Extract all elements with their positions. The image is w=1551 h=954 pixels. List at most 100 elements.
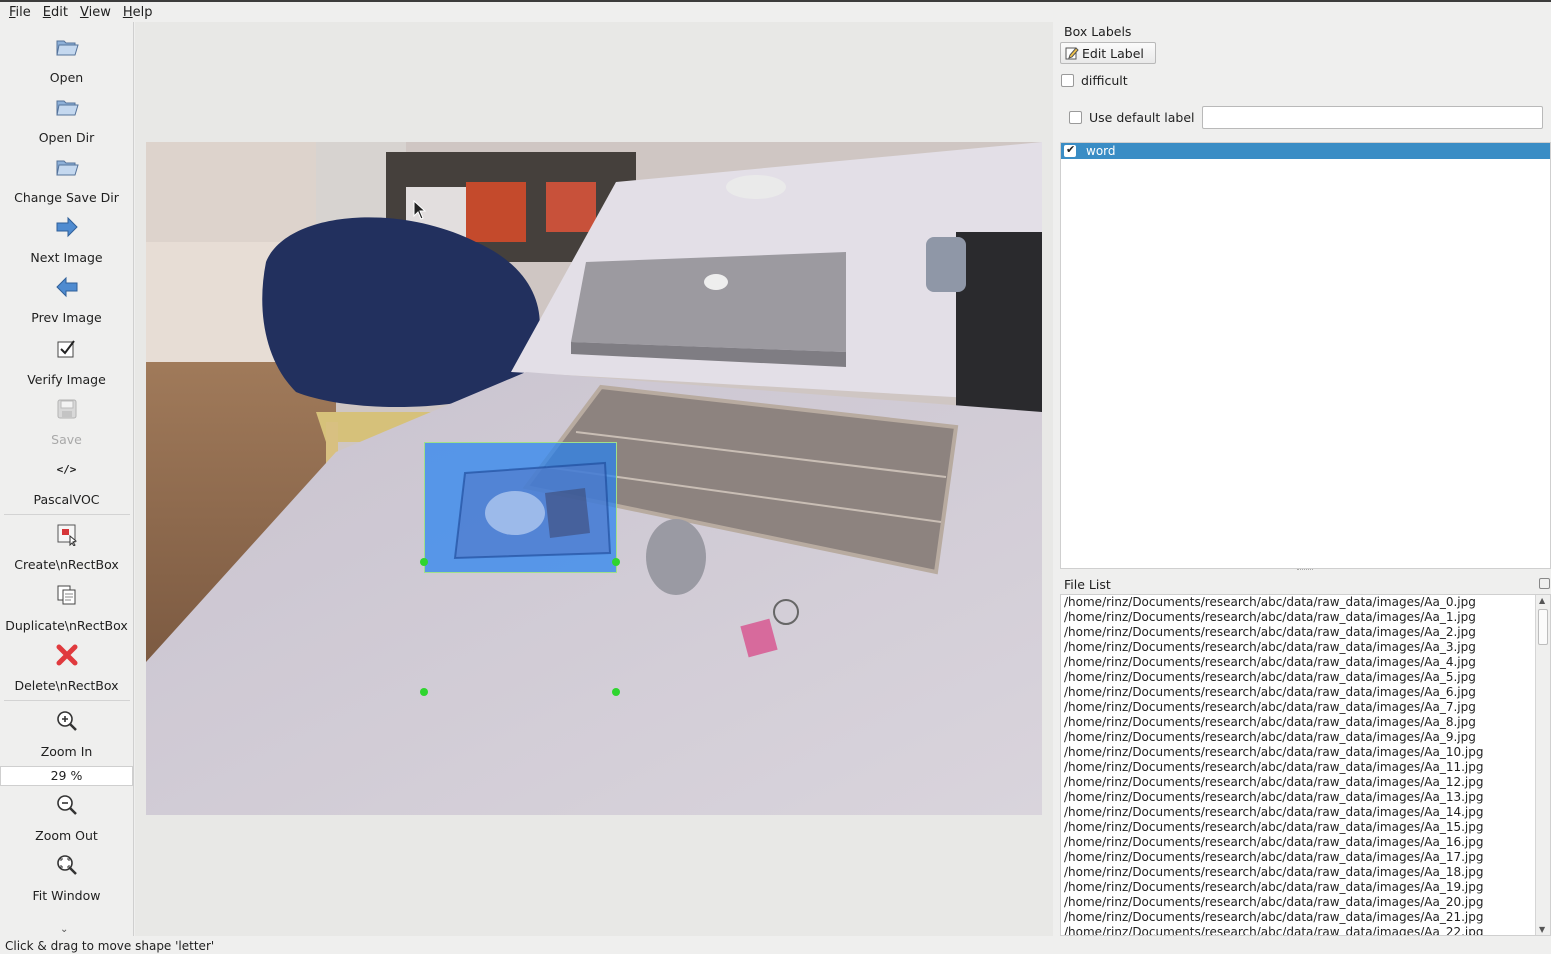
delete-rectbox-label: Delete\nRectBox: [14, 678, 119, 693]
prev-image-label: Prev Image: [31, 310, 102, 325]
next-image-button[interactable]: Next Image: [0, 208, 133, 266]
file-list-scrollbar[interactable]: ▲ ▼: [1535, 595, 1550, 935]
folder-open-icon: [54, 154, 80, 180]
scroll-up-icon[interactable]: ▲: [1539, 596, 1545, 605]
toolbar-separator: [4, 700, 130, 701]
menu-label-rest: dit: [51, 4, 68, 20]
use-default-label-row[interactable]: Use default label: [1069, 110, 1195, 125]
bounding-box-word[interactable]: [424, 442, 617, 573]
file-list-item[interactable]: /home/rinz/Documents/research/abc/data/r…: [1061, 925, 1550, 935]
prev-image-button[interactable]: Prev Image: [0, 268, 133, 326]
file-list-item[interactable]: /home/rinz/Documents/research/abc/data/r…: [1061, 775, 1550, 790]
file-list-item[interactable]: /home/rinz/Documents/research/abc/data/r…: [1061, 910, 1550, 925]
status-bar: Click & drag to move shape 'letter': [0, 936, 1551, 954]
card-content-drawing: [453, 461, 612, 560]
file-list-item[interactable]: /home/rinz/Documents/research/abc/data/r…: [1061, 730, 1550, 745]
use-default-label-checkbox[interactable]: [1069, 111, 1082, 124]
file-list-item[interactable]: /home/rinz/Documents/research/abc/data/r…: [1061, 685, 1550, 700]
zoom-in-button[interactable]: Zoom In: [0, 702, 133, 760]
open-button[interactable]: Open: [0, 28, 133, 86]
open-label: Open: [49, 70, 84, 85]
zoom-in-icon: [54, 708, 80, 734]
file-list[interactable]: /home/rinz/Documents/research/abc/data/r…: [1060, 594, 1551, 936]
difficult-checkbox[interactable]: [1061, 74, 1074, 87]
fit-window-label: Fit Window: [32, 888, 101, 903]
default-label-input[interactable]: [1202, 106, 1543, 129]
scrollbar-thumb[interactable]: [1538, 609, 1548, 645]
label-list[interactable]: word: [1060, 142, 1551, 569]
code-icon: </>: [56, 462, 77, 476]
file-list-item[interactable]: /home/rinz/Documents/research/abc/data/r…: [1061, 715, 1550, 730]
menu-help[interactable]: Help: [118, 5, 158, 20]
red-x-icon: [54, 642, 80, 668]
file-list-item[interactable]: /home/rinz/Documents/research/abc/data/r…: [1061, 655, 1550, 670]
file-list-item[interactable]: /home/rinz/Documents/research/abc/data/r…: [1061, 865, 1550, 880]
save-label: Save: [51, 432, 82, 447]
bbox-handle-top-left[interactable]: [420, 558, 428, 566]
file-list-item[interactable]: /home/rinz/Documents/research/abc/data/r…: [1061, 610, 1550, 625]
label-checkbox[interactable]: [1064, 143, 1076, 157]
toolbar: Open Open Dir Change Save Dir Next Image…: [0, 22, 134, 936]
arrow-right-icon: [54, 214, 80, 240]
folder-open-icon: [54, 94, 80, 120]
file-list-item[interactable]: /home/rinz/Documents/research/abc/data/r…: [1061, 805, 1550, 820]
file-list-item[interactable]: /home/rinz/Documents/research/abc/data/r…: [1061, 745, 1550, 760]
open-dir-button[interactable]: Open Dir: [0, 88, 133, 146]
box-labels-title: Box Labels: [1064, 24, 1132, 39]
bbox-handle-top-right[interactable]: [612, 558, 620, 566]
file-list-item[interactable]: /home/rinz/Documents/research/abc/data/r…: [1061, 850, 1550, 865]
format-toggle-button[interactable]: </> PascalVOC: [0, 450, 133, 508]
save-button[interactable]: Save: [0, 390, 133, 448]
menu-edit[interactable]: Edit: [38, 5, 73, 20]
rectangle-draw-icon: [54, 521, 80, 547]
file-list-item[interactable]: /home/rinz/Documents/research/abc/data/r…: [1061, 625, 1550, 640]
file-list-item[interactable]: /home/rinz/Documents/research/abc/data/r…: [1061, 790, 1550, 805]
file-list-item[interactable]: /home/rinz/Documents/research/abc/data/r…: [1061, 700, 1550, 715]
zoom-value-field[interactable]: 29 %: [0, 766, 133, 786]
difficult-checkbox-row[interactable]: difficult: [1061, 73, 1128, 88]
file-list-item[interactable]: /home/rinz/Documents/research/abc/data/r…: [1061, 880, 1550, 895]
verify-image-button[interactable]: Verify Image: [0, 330, 133, 388]
create-rectbox-button[interactable]: Create\nRectBox: [0, 515, 133, 573]
change-save-dir-button[interactable]: Change Save Dir: [0, 148, 133, 206]
zoom-in-label: Zoom In: [40, 744, 93, 759]
file-list-item[interactable]: /home/rinz/Documents/research/abc/data/r…: [1061, 640, 1550, 655]
menu-label-rest: elp: [132, 4, 153, 20]
dock-splitter-handle[interactable]: [1297, 569, 1313, 572]
file-list-item[interactable]: /home/rinz/Documents/research/abc/data/r…: [1061, 760, 1550, 775]
zoom-out-label: Zoom Out: [35, 828, 98, 843]
delete-rectbox-button[interactable]: Delete\nRectBox: [0, 636, 133, 694]
fit-window-button[interactable]: Fit Window: [0, 846, 133, 904]
use-default-label-text: Use default label: [1089, 110, 1195, 125]
toolbar-extension-icon[interactable]: ⌄: [60, 924, 68, 935]
menu-view[interactable]: View: [75, 5, 116, 20]
file-list-item[interactable]: /home/rinz/Documents/research/abc/data/r…: [1061, 595, 1550, 610]
menu-file[interactable]: File: [4, 5, 36, 20]
dock-float-icon[interactable]: [1539, 578, 1550, 589]
bbox-handle-bottom-right[interactable]: [612, 688, 620, 696]
format-label: PascalVOC: [33, 492, 100, 507]
folder-open-icon: [54, 34, 80, 60]
zoom-out-icon: [54, 792, 80, 818]
image-canvas[interactable]: [135, 22, 1053, 936]
bbox-handle-bottom-left[interactable]: [420, 688, 428, 696]
file-list-item[interactable]: /home/rinz/Documents/research/abc/data/r…: [1061, 895, 1550, 910]
file-list-item[interactable]: /home/rinz/Documents/research/abc/data/r…: [1061, 670, 1550, 685]
verify-image-label: Verify Image: [27, 372, 106, 387]
file-list-item[interactable]: /home/rinz/Documents/research/abc/data/r…: [1061, 820, 1550, 835]
create-rectbox-label: Create\nRectBox: [14, 557, 119, 572]
scroll-down-icon[interactable]: ▼: [1539, 925, 1545, 934]
right-dock: Box Labels Edit Label difficult Use defa…: [1057, 22, 1551, 936]
label-list-item[interactable]: word: [1061, 143, 1550, 159]
open-dir-label: Open Dir: [38, 130, 95, 145]
file-list-item[interactable]: /home/rinz/Documents/research/abc/data/r…: [1061, 835, 1550, 850]
menu-mnemonic: V: [79, 4, 89, 20]
edit-icon: [1065, 47, 1079, 60]
duplicate-rectbox-button[interactable]: Duplicate\nRectBox: [0, 576, 133, 634]
label-item-text: word: [1086, 144, 1116, 158]
edit-label-button[interactable]: Edit Label: [1060, 42, 1156, 64]
zoom-out-button[interactable]: Zoom Out: [0, 786, 133, 844]
difficult-label: difficult: [1081, 73, 1128, 88]
menu-label-rest: iew: [88, 4, 111, 20]
menubar: File Edit View Help: [0, 2, 1551, 22]
